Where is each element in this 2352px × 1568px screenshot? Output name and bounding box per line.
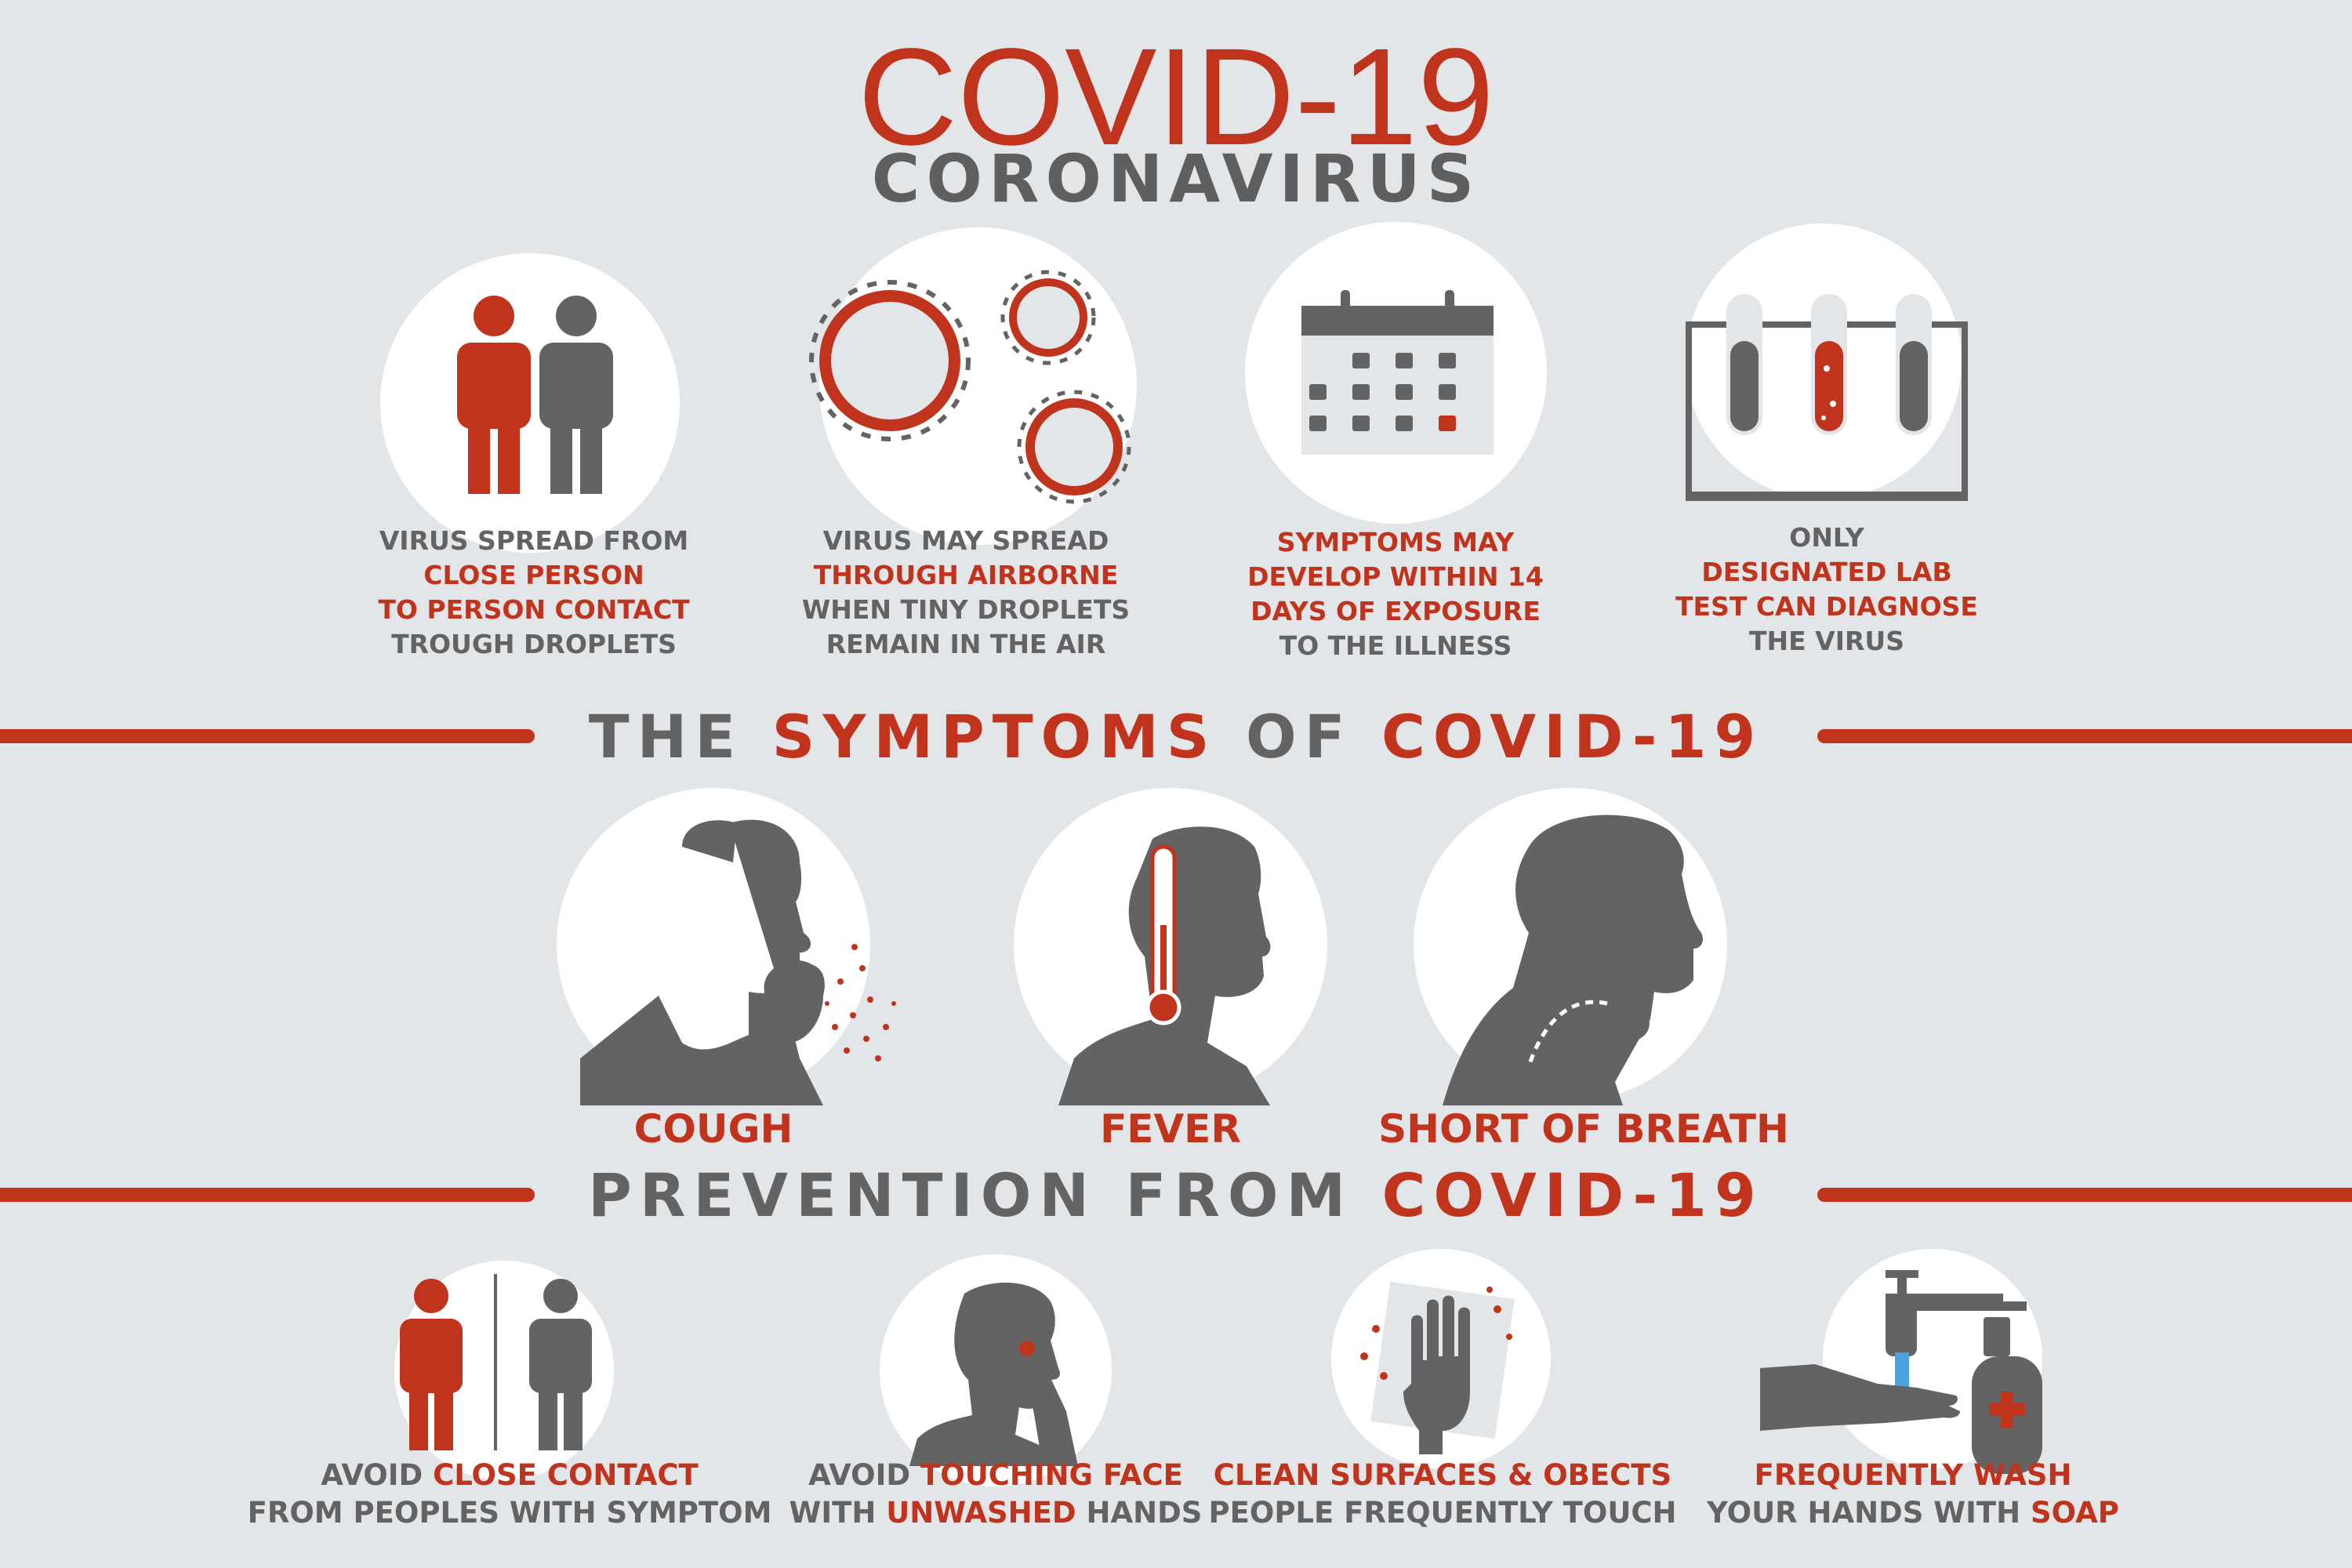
cleaning-hand-icon bbox=[1360, 1281, 1515, 1454]
test-tubes-icon bbox=[1686, 294, 1968, 501]
prevention-1-line-2: FROM PEOPLES WITH SYMPTOM bbox=[243, 1494, 776, 1532]
symptoms-heading-part-1: THE bbox=[588, 702, 772, 771]
prevention-1-line-1-b: CLOSE CONTACT bbox=[433, 1458, 699, 1492]
virus-droplets-icon bbox=[809, 270, 1131, 504]
prevention-4-line-2-b: SOAP bbox=[2030, 1496, 2119, 1530]
symptoms-heading-part-2: SYMPTOMS bbox=[771, 702, 1218, 771]
fact-2-line-4: REMAIN IN THE AIR bbox=[826, 629, 1106, 659]
prevention-3-line-2-a: PEOPLE FREQUENTLY TOUCH bbox=[1208, 1496, 1677, 1530]
fact-caption-1: VIRUS SPREAD FROM CLOSE PERSON TO PERSON… bbox=[330, 524, 738, 662]
prevention-3-line-2: PEOPLE FREQUENTLY TOUCH bbox=[1200, 1494, 1686, 1532]
coughing-person-icon bbox=[580, 819, 896, 1105]
fact-3-line-2: DEVELOP WITHIN 14 bbox=[1247, 561, 1544, 592]
symptoms-heading: THE SYMPTOMS OF COVID-19 bbox=[0, 702, 2352, 772]
prevention-1-line-1-a: AVOID bbox=[321, 1458, 434, 1492]
fact-1-line-3: TO PERSON CONTACT bbox=[378, 594, 690, 625]
fact-caption-2: VIRUS MAY SPREAD THROUGH AIRBORNE WHEN T… bbox=[762, 524, 1170, 662]
symptoms-heading-part-3: OF bbox=[1217, 702, 1381, 771]
prevention-caption-1: AVOID CLOSE CONTACT FROM PEOPLES WITH SY… bbox=[243, 1457, 776, 1532]
prevention-1-line-1: AVOID CLOSE CONTACT bbox=[243, 1457, 776, 1494]
fact-2-line-3: WHEN TINY DROPLETS bbox=[801, 594, 1131, 625]
prevention-4-line-1: FREQUENTLY WASH bbox=[1693, 1457, 2132, 1494]
prevention-2-line-1-b: TOUCHING FACE bbox=[920, 1458, 1183, 1492]
hand-washing-icon bbox=[1760, 1270, 2042, 1474]
fact-1-line-2: CLOSE PERSON bbox=[423, 560, 644, 590]
breathing-person-icon bbox=[1443, 815, 1703, 1105]
prevention-caption-2: AVOID TOUCHING FACE WITH UNWASHED HANDS bbox=[760, 1457, 1231, 1532]
prevention-heading: PREVENTION FROM COVID-19 bbox=[0, 1160, 2352, 1231]
prevention-2-line-1-a: AVOID bbox=[808, 1458, 920, 1492]
prevention-2-line-2-b: UNWASHED bbox=[886, 1496, 1076, 1530]
fact-caption-3: SYMPTOMS MAY DEVELOP WITHIN 14 DAYS OF E… bbox=[1192, 525, 1599, 663]
prevention-caption-4: FREQUENTLY WASH YOUR HANDS WITH SOAP bbox=[1693, 1457, 2132, 1532]
prevention-3-line-1-a: CLEAN SURFACES & OBECTS bbox=[1213, 1458, 1672, 1492]
symptom-label-breath: SHORT OF BREATH bbox=[1378, 1106, 1789, 1152]
distance-people-icon bbox=[400, 1274, 592, 1450]
prevention-heading-part-2: COVID-19 bbox=[1381, 1160, 1764, 1230]
fact-3-line-3: DAYS OF EXPOSURE bbox=[1250, 596, 1541, 626]
prevention-4-line-2: YOUR HANDS WITH SOAP bbox=[1693, 1494, 2132, 1532]
prevention-4-line-2-a: YOUR HANDS WITH bbox=[1707, 1496, 2031, 1530]
prevention-heading-part-1: PREVENTION FROM bbox=[588, 1160, 1382, 1230]
fact-4-line-2: DESIGNATED LAB bbox=[1701, 557, 1952, 587]
symptom-label-fever: FEVER bbox=[1100, 1106, 1241, 1152]
symptom-label-cough: COUGH bbox=[633, 1106, 793, 1152]
prevention-2-line-1: AVOID TOUCHING FACE bbox=[760, 1457, 1231, 1494]
prevention-4-line-1-a: FREQUENTLY WASH bbox=[1754, 1458, 2072, 1492]
fact-3-line-4: TO THE ILLNESS bbox=[1279, 630, 1512, 661]
fact-3-line-1: SYMPTOMS MAY bbox=[1276, 527, 1515, 557]
fact-4-line-3: TEST CAN DIAGNOSE bbox=[1675, 591, 1978, 622]
two-people-icon bbox=[457, 296, 613, 494]
fact-1-line-1: VIRUS SPREAD FROM bbox=[379, 525, 689, 556]
symptoms-heading-part-4: COVID-19 bbox=[1381, 702, 1764, 771]
prevention-3-line-1: CLEAN SURFACES & OBECTS bbox=[1200, 1457, 1686, 1494]
fact-2-line-1: VIRUS MAY SPREAD bbox=[822, 525, 1109, 556]
fever-thermometer-icon bbox=[1058, 826, 1271, 1105]
page-subtitle: CORONAVIRUS bbox=[871, 140, 1481, 217]
calendar-icon bbox=[1301, 290, 1494, 455]
prevention-2-line-2-c: HANDS bbox=[1076, 1496, 1203, 1530]
touching-face-icon bbox=[909, 1283, 1078, 1466]
fact-2-line-2: THROUGH AIRBORNE bbox=[813, 560, 1119, 590]
prevention-2-line-2-a: WITH bbox=[789, 1496, 887, 1530]
fact-caption-4: ONLY DESIGNATED LAB TEST CAN DIAGNOSE TH… bbox=[1623, 521, 2031, 659]
prevention-1-line-2-a: FROM PEOPLES WITH SYMPTOM bbox=[247, 1496, 772, 1530]
fact-4-line-1: ONLY bbox=[1789, 522, 1864, 553]
fact-4-line-4: THE VIRUS bbox=[1749, 626, 1904, 656]
prevention-caption-3: CLEAN SURFACES & OBECTS PEOPLE FREQUENTL… bbox=[1200, 1457, 1686, 1532]
fact-1-line-4: TROUGH DROPLETS bbox=[391, 629, 677, 659]
prevention-2-line-2: WITH UNWASHED HANDS bbox=[760, 1494, 1231, 1532]
